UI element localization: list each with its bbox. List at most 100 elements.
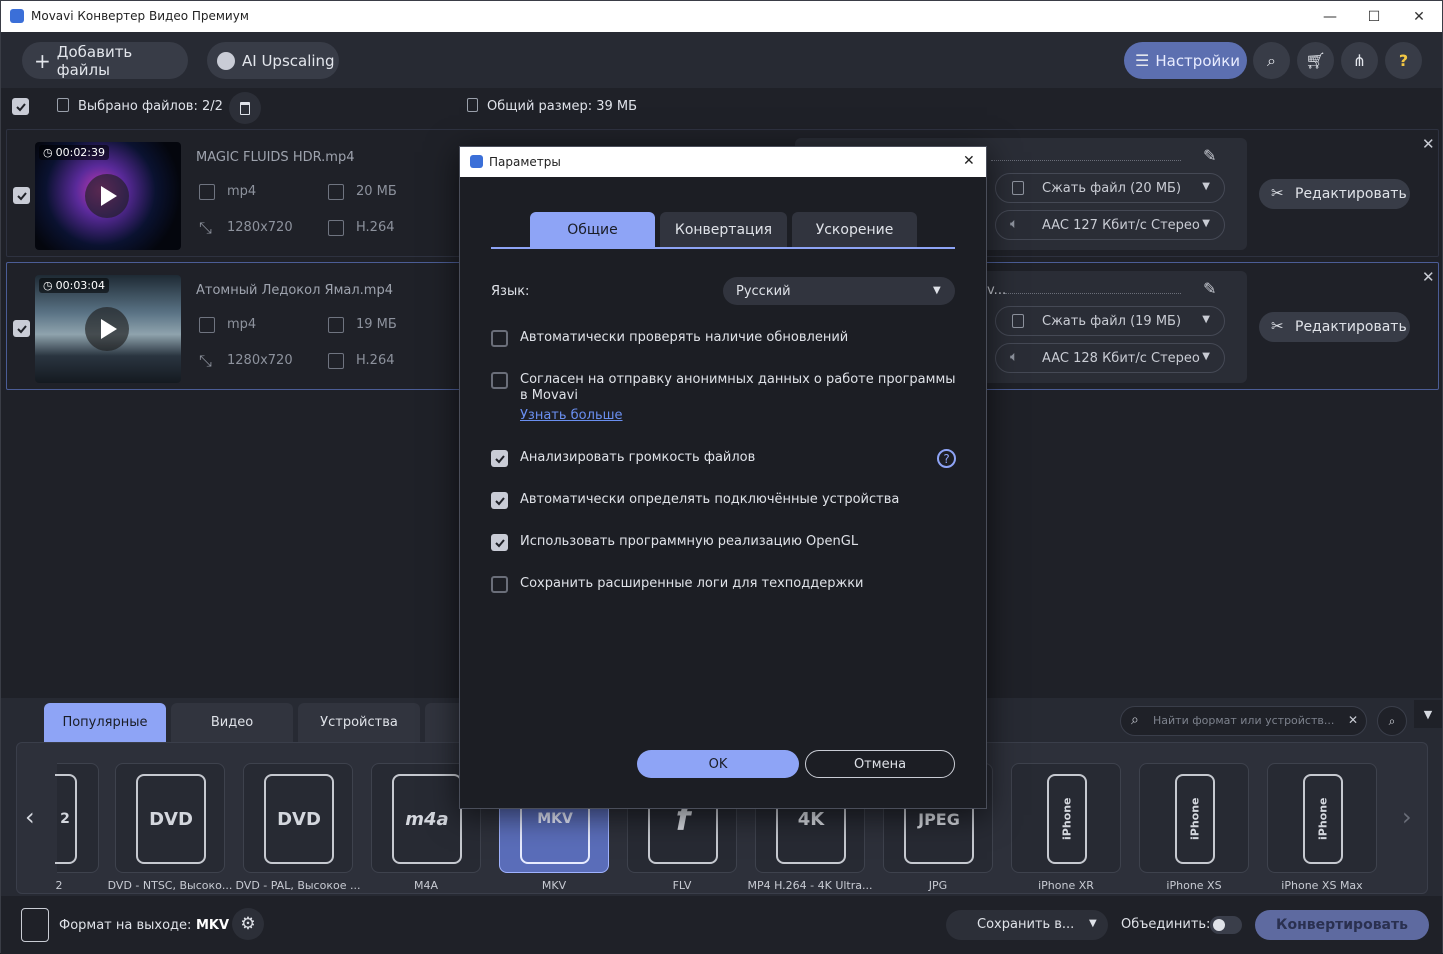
merge-toggle[interactable] (1210, 916, 1242, 934)
total-size: Общий размер: 39 МБ (487, 99, 638, 114)
settings-label: Настройки (1155, 51, 1241, 70)
format-tile[interactable]: DVD (115, 763, 225, 873)
format-search[interactable]: ⌕ Найти формат или устройств... ✕ (1120, 706, 1367, 736)
analyze-volume-checkbox[interactable] (491, 450, 508, 467)
save-to-label: Сохранить в... (977, 917, 1075, 932)
help-button[interactable]: ? (1385, 42, 1422, 79)
format-label: DVD - PAL, Высокое ... (235, 879, 361, 892)
play-button[interactable] (85, 307, 129, 351)
format-tile[interactable]: iPhone (1011, 763, 1121, 873)
output-format-icon (21, 908, 49, 942)
dialog-title: Параметры (489, 155, 561, 169)
clear-search-icon[interactable]: ✕ (1348, 713, 1358, 727)
learn-more-link[interactable]: Узнать больше (520, 408, 623, 424)
chevron-right-icon[interactable]: › (1402, 803, 1412, 831)
remove-file-button[interactable]: ✕ (1422, 268, 1435, 286)
anonymous-data-checkbox[interactable] (491, 372, 508, 389)
search-button[interactable]: ⌕ (1253, 42, 1290, 79)
remove-file-button[interactable]: ✕ (1422, 135, 1435, 153)
share-button[interactable]: ⋔ (1341, 42, 1378, 79)
format-tile[interactable]: iPhone (1267, 763, 1377, 873)
add-files-label: Добавить файлы (56, 42, 133, 79)
ok-button[interactable]: OK (637, 750, 799, 778)
ai-upscaling-label: AI Upscaling (242, 51, 335, 70)
tab-video[interactable]: Видео (171, 703, 293, 742)
play-icon (101, 319, 117, 339)
video-thumbnail[interactable]: ◷ 00:02:39 (35, 142, 181, 250)
app-icon (10, 9, 24, 23)
close-window-button[interactable]: ✕ (1396, 1, 1442, 32)
language-label: Язык: (491, 284, 530, 299)
format-tile[interactable]: iPhone (1139, 763, 1249, 873)
toggle-knob (1213, 919, 1225, 931)
tab-devices[interactable]: Устройства (298, 703, 420, 742)
dialog-close-button[interactable]: ✕ (963, 153, 975, 169)
convert-button[interactable]: Конвертировать (1255, 910, 1429, 940)
anonymous-data-label: Согласен на отправку анонимных данных о … (520, 372, 956, 403)
file-checkbox[interactable] (13, 187, 30, 204)
edit-button[interactable]: ✂ Редактировать (1259, 179, 1410, 209)
duration-badge: ◷ 00:03:04 (39, 278, 110, 293)
edit-button[interactable]: ✂ Редактировать (1259, 312, 1410, 342)
search-input[interactable]: Найти формат или устройств... (1153, 714, 1334, 727)
compress-label: Сжать файл (19 МБ) (1042, 313, 1182, 329)
file-checkbox[interactable] (13, 320, 30, 337)
settings-button[interactable]: ☰ Настройки (1124, 42, 1247, 79)
cancel-button[interactable]: Отмена (805, 750, 955, 778)
detect-devices-checkbox[interactable] (491, 492, 508, 509)
convert-label: Конвертировать (1276, 917, 1408, 933)
save-icon (328, 317, 344, 333)
footer-bar: Формат на выходе: MKV ⚙ Сохранить в... ▼… (1, 896, 1442, 954)
scissors-icon: ✂ (1271, 317, 1284, 335)
tab-underline (491, 247, 955, 249)
audio-dropdown[interactable]: 🔈︎ AAC 127 Кбит/с Стерео ▼ (995, 210, 1225, 240)
output-settings-button[interactable]: ⚙ (232, 908, 264, 940)
format-tile[interactable]: DVD (243, 763, 353, 873)
compress-dropdown[interactable]: Сжать файл (19 МБ) ▼ (995, 306, 1225, 336)
select-all-checkbox[interactable] (12, 98, 29, 115)
language-dropdown[interactable]: Русский ▼ (723, 277, 955, 305)
tab-acceleration[interactable]: Ускорение (792, 212, 917, 247)
cart-icon: 🛒︎ (1305, 51, 1326, 70)
help-icon[interactable]: ? (937, 449, 956, 468)
cart-button[interactable]: 🛒︎ (1297, 42, 1334, 79)
ai-upscaling-button[interactable]: AI Upscaling (207, 42, 339, 79)
maximize-button[interactable]: ☐ (1351, 1, 1397, 32)
save-to-dropdown[interactable]: Сохранить в... ▼ (946, 910, 1108, 940)
chevron-down-icon: ▼ (1089, 918, 1097, 929)
format-logo: iPhone (1175, 774, 1215, 864)
output-name: v... (987, 283, 1007, 298)
resize-icon: ⤡ (199, 218, 212, 237)
audio-dropdown[interactable]: 🔈︎ AAC 128 Кбит/с Стерео ▼ (995, 343, 1225, 373)
software-opengl-checkbox[interactable] (491, 534, 508, 551)
extended-logs-checkbox[interactable] (491, 576, 508, 593)
save-icon (328, 184, 344, 200)
extended-logs-label: Сохранить расширенные логи для техподдер… (520, 576, 864, 591)
pencil-icon[interactable]: ✎ (1203, 146, 1216, 165)
duration: 00:03:04 (55, 279, 106, 292)
updates-checkbox[interactable] (491, 330, 508, 347)
analyze-volume-label: Анализировать громкость файлов (520, 450, 756, 465)
add-files-button[interactable]: + Добавить файлы (22, 42, 188, 79)
play-button[interactable] (85, 174, 129, 218)
video-thumbnail[interactable]: ◷ 00:03:04 (35, 275, 181, 383)
container-icon (199, 184, 215, 200)
format-tile[interactable]: 2 (55, 763, 99, 873)
chevron-left-icon[interactable]: ‹ (25, 803, 35, 831)
tab-popular[interactable]: Популярные (44, 703, 166, 742)
tab-general[interactable]: Общие (530, 212, 655, 247)
edit-label: Редактировать (1295, 319, 1407, 335)
tab-conversion[interactable]: Конвертация (660, 212, 787, 247)
gear-icon: ⚙ (240, 914, 256, 934)
delete-button[interactable] (229, 92, 261, 124)
compress-dropdown[interactable]: Сжать файл (20 МБ) ▼ (995, 173, 1225, 203)
minimize-button[interactable]: — (1307, 1, 1353, 32)
pencil-icon[interactable]: ✎ (1203, 279, 1216, 298)
device-detect-button[interactable]: ⌕ (1377, 706, 1407, 736)
file-name: MAGIC FLUIDS HDR.mp4 (196, 150, 355, 165)
compress-label: Сжать файл (20 МБ) (1042, 180, 1182, 196)
collapse-button[interactable]: ▼ (1414, 700, 1442, 728)
chevron-down-icon: ▼ (933, 285, 941, 296)
output-format-label: Формат на выходе: (59, 918, 192, 933)
format-logo: DVD (264, 774, 334, 864)
